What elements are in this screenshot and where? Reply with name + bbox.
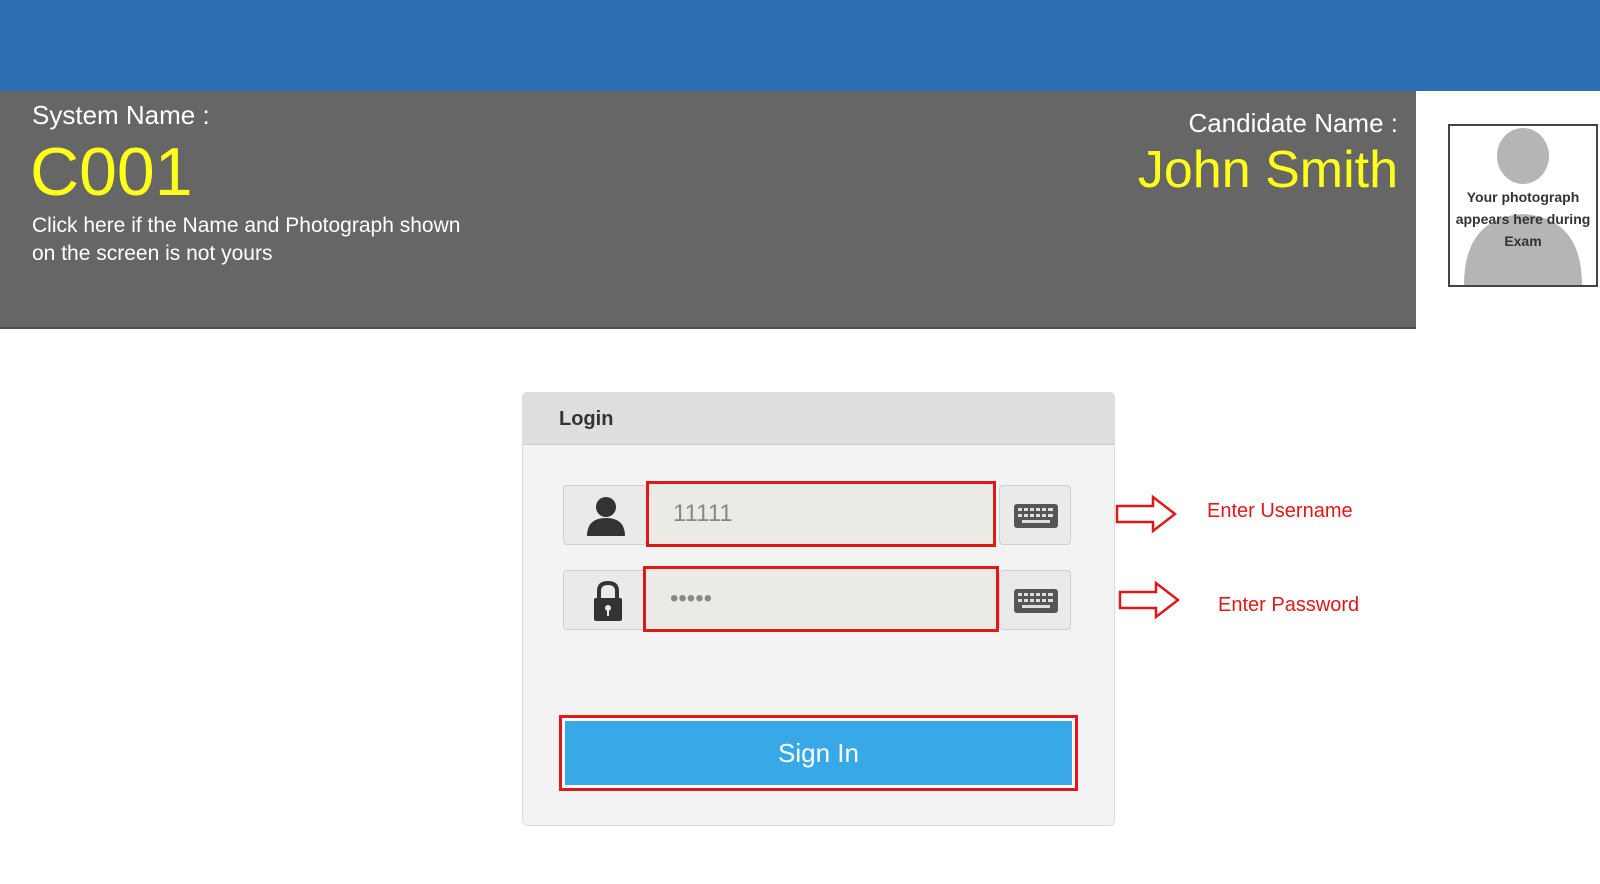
user-icon — [587, 497, 625, 536]
photo-placeholder-text: Your photograph appears here during Exam — [1455, 189, 1591, 249]
candidate-name-value: John Smith — [1137, 141, 1398, 199]
candidate-photo: Your photograph appears here during Exam — [1448, 124, 1598, 287]
username-field-wrap — [646, 481, 996, 547]
password-addon — [563, 570, 647, 630]
login-panel-header: Login — [523, 393, 1114, 445]
candidate-name-label: Candidate Name : — [1188, 108, 1398, 138]
username-keyboard-button[interactable] — [999, 485, 1071, 545]
login-title: Login — [559, 408, 614, 430]
lock-icon — [594, 580, 622, 621]
username-hint: Enter Username — [1207, 500, 1353, 522]
keyboard-icon — [1014, 589, 1058, 613]
username-hint-arrow-icon — [1115, 494, 1178, 534]
password-hint-arrow-icon — [1118, 580, 1181, 620]
username-input[interactable] — [649, 484, 993, 544]
system-name-label: System Name : — [32, 100, 210, 130]
password-hint: Enter Password — [1218, 594, 1360, 616]
not-yours-link[interactable]: Click here if the Name and Photograph sh… — [32, 212, 462, 268]
password-input[interactable] — [646, 569, 996, 629]
username-addon — [563, 485, 647, 545]
system-name-value: C001 — [30, 134, 193, 210]
signin-highlight: Sign In — [559, 715, 1078, 791]
keyboard-icon — [1014, 504, 1058, 528]
sign-in-button[interactable]: Sign In — [565, 721, 1072, 785]
password-field-wrap — [643, 566, 999, 632]
top-bar — [0, 0, 1600, 91]
login-panel: Login 11111 Sign In — [522, 392, 1115, 826]
password-keyboard-button[interactable] — [999, 570, 1071, 630]
